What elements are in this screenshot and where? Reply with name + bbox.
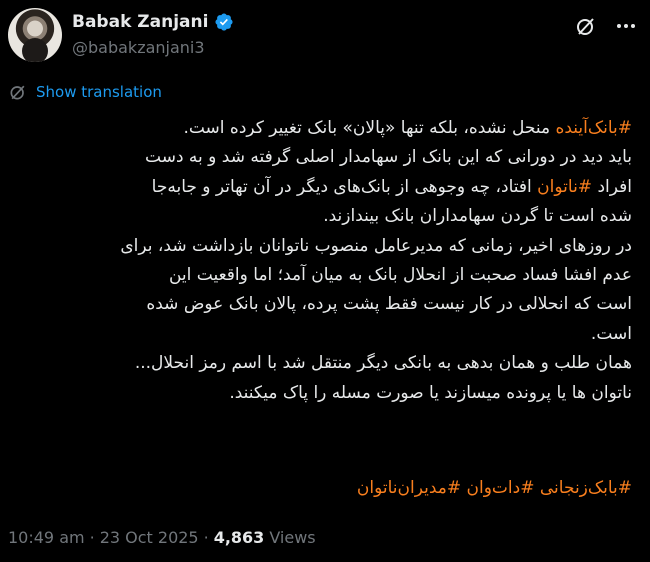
tweet-line-text: افتاد، چه وجوهی از بانک‌های دیگر در آن ت… xyxy=(151,176,538,197)
meta-separator: · xyxy=(89,527,95,547)
tweet-line-text: ناتوان ها یا پرونده میسازند یا صورت مسله… xyxy=(229,382,632,403)
hashtag-link[interactable]: #ناتوان xyxy=(537,177,592,197)
avatar[interactable] xyxy=(8,8,62,62)
tweet-time[interactable]: 10:49 am xyxy=(8,528,85,547)
show-translation-label[interactable]: Show translation xyxy=(36,83,162,101)
views-count: 4,863 xyxy=(213,527,265,547)
translate-icon xyxy=(10,85,25,100)
tweet-line-text: در روزهای اخیر، زمانی که مدیرعامل منصوب … xyxy=(120,235,632,256)
tweet-hashtags: #بابک‌زنجانی #دات‌وان #مدیران‌ناتوان xyxy=(18,474,632,502)
tweet-text: #بانک‌آینده منحل نشده، بلکه تنها «پالان»… xyxy=(18,114,632,408)
verified-badge-icon[interactable] xyxy=(214,12,234,32)
hashtag-link[interactable]: #مدیران‌ناتوان xyxy=(357,478,461,498)
tweet-line-text: است که انحلالی در کار نیست فقط پشت پرده،… xyxy=(146,294,632,315)
hashtag-link[interactable]: #دات‌وان xyxy=(467,478,535,498)
tweet-line: همان طلب و همان بدهی به بانکی دیگر منتقل… xyxy=(18,349,632,378)
author-name-row[interactable]: Babak Zanjani xyxy=(72,10,234,34)
views-label: Views xyxy=(269,527,316,547)
tweet-line-text: همان طلب و همان بدهی به بانکی دیگر منتقل… xyxy=(134,353,632,374)
tweet-line-text: است. xyxy=(590,323,632,344)
hashtag-link[interactable]: #بابک‌زنجانی xyxy=(540,478,632,498)
tweet-line-text: باید دید در دورانی که این بانک از سهامدا… xyxy=(145,147,632,168)
tweet-header: Babak Zanjani @babakzanjani3 xyxy=(8,8,642,64)
more-options-icon[interactable] xyxy=(614,14,638,38)
tweet-line-text: منحل نشده، بلکه تنها «پالان» بانک تغییر … xyxy=(183,118,556,138)
tweet-line: شده است تا گردن سهامداران بانک بیندازند. xyxy=(18,202,632,231)
tweet-line: باید دید در دورانی که این بانک از سهامدا… xyxy=(18,143,632,172)
tweet-line: افراد #ناتوان افتاد، چه وجوهی از بانک‌ها… xyxy=(18,173,632,202)
tweet-line: است که انحلالی در کار نیست فقط پشت پرده،… xyxy=(18,290,632,319)
tweet-line-text: عدم افشا فساد صحبت از انحلال بانک به میا… xyxy=(168,265,632,286)
tweet-meta: 10:49 am · 23 Oct 2025 · 4,863 Views xyxy=(8,526,316,548)
tweet-line-text: افراد xyxy=(592,176,632,197)
tweet-line: ناتوان ها یا پرونده میسازند یا صورت مسله… xyxy=(18,379,632,408)
tweet-line: در روزهای اخیر، زمانی که مدیرعامل منصوب … xyxy=(18,232,632,261)
tweet-date[interactable]: 23 Oct 2025 xyxy=(100,528,199,547)
tweet-line-text: شده است تا گردن سهامداران بانک بیندازند. xyxy=(323,206,632,227)
tweet-line: است. xyxy=(18,320,632,349)
meta-separator: · xyxy=(203,527,209,547)
show-translation-link[interactable]: Show translation xyxy=(8,81,162,103)
grok-icon[interactable] xyxy=(574,14,598,38)
tweet-line: #بانک‌آینده منحل نشده، بلکه تنها «پالان»… xyxy=(18,114,632,143)
hashtag-link[interactable]: #بانک‌آینده xyxy=(555,118,632,138)
author-name[interactable]: Babak Zanjani xyxy=(72,12,208,32)
tweet-line: عدم افشا فساد صحبت از انحلال بانک به میا… xyxy=(18,261,632,290)
author-handle[interactable]: @babakzanjani3 xyxy=(72,38,205,57)
